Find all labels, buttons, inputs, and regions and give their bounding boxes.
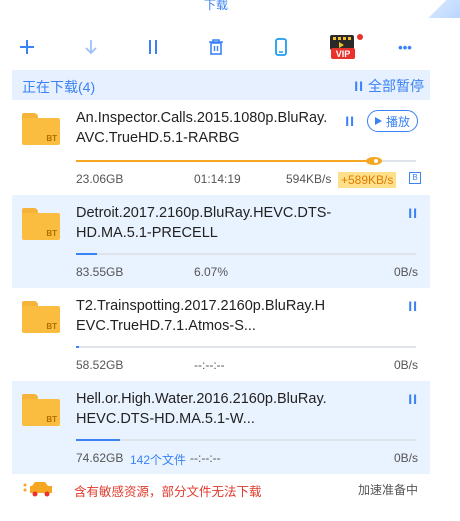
file-name: An.Inspector.Calls.2015.1080p.BluRay.AVC… [76, 110, 328, 146]
progress-fill [76, 160, 376, 162]
time-remaining: --:--:-- [190, 451, 221, 465]
trash-icon[interactable] [203, 30, 229, 64]
download-item[interactable]: BT T2.Trainspotting.2017.2160p.BluRay.HE… [12, 288, 430, 381]
download-speed: 594KB/s [286, 172, 332, 186]
status-footer: 含有敏感资源，部分文件无法下载 加速准备中 [12, 476, 430, 502]
rocket-icon [362, 157, 382, 165]
pause-icon[interactable] [140, 30, 166, 64]
download-speed: 0B/s [393, 451, 418, 465]
time-remaining: --:--:-- [194, 358, 225, 372]
more-icon[interactable]: ••• [390, 30, 420, 64]
download-item[interactable]: BT Hell.or.High.Water.2016.2160p.BluRay.… [12, 381, 430, 474]
folder-icon: BT [22, 394, 60, 426]
boost-speed: +589KB/s [338, 172, 397, 188]
file-name: Detroit.2017.2160p.BluRay.HEVC.DTS-HD.MA… [76, 205, 332, 241]
phone-icon[interactable] [268, 30, 294, 64]
pause-button[interactable]: II [408, 391, 418, 407]
file-size: 23.06GB [76, 172, 124, 186]
file-name: Hell.or.High.Water.2016.2160p.BluRay.HEV… [76, 391, 327, 427]
download-speed: 0B/s [393, 358, 418, 372]
download-item[interactable]: BT An.Inspector.Calls.2015.1080p.BluRay.… [12, 100, 430, 193]
downloading-count-label: 正在下载(4) [22, 79, 96, 95]
percent-complete: 6.07% [194, 265, 229, 279]
pause-button[interactable]: II [345, 113, 355, 129]
folder-icon: BT [22, 113, 60, 145]
play-icon [374, 117, 382, 125]
toolbar: VIP ••• [0, 30, 460, 64]
download-speed: 0B/s [393, 265, 418, 279]
vip-icon[interactable]: VIP [326, 30, 366, 64]
file-size: 83.55GB [76, 265, 124, 279]
pause-all-icon: II [354, 78, 364, 94]
pause-button[interactable]: II [408, 298, 418, 314]
boost-badge-icon: B [409, 172, 421, 184]
window-title: 下载 [204, 0, 229, 12]
play-label: 播放 [385, 114, 410, 129]
file-count: 142个文件 [130, 453, 187, 467]
play-button[interactable]: 播放 [366, 110, 418, 132]
pause-button[interactable]: II [408, 205, 418, 221]
accel-status: 加速准备中 [357, 483, 418, 497]
progress-fill [76, 253, 97, 255]
pause-all-button[interactable]: II 全部暂停 [354, 76, 424, 96]
title-bar: 下载 [0, 0, 460, 30]
file-size: 58.52GB [76, 358, 124, 372]
progress-bar [76, 439, 416, 441]
download-arrow-icon[interactable] [78, 30, 104, 64]
progress-fill [76, 346, 80, 348]
file-name: T2.Trainspotting.2017.2160p.BluRay.HEVC.… [76, 298, 326, 334]
car-icon [23, 482, 52, 497]
progress-fill [76, 439, 121, 441]
vip-label: VIP [336, 49, 351, 59]
progress-bar [76, 157, 416, 165]
progress-bar [76, 346, 416, 348]
download-item[interactable]: BT Detroit.2017.2160p.BluRay.HEVC.DTS-HD… [12, 195, 430, 288]
folder-icon: BT [22, 208, 60, 240]
file-size: 74.62GB [76, 451, 124, 465]
plus-icon[interactable] [14, 30, 40, 64]
corner-decoration [420, 0, 460, 18]
sensitive-warning: 含有敏感资源，部分文件无法下载 [74, 485, 262, 499]
folder-icon: BT [22, 301, 60, 333]
pause-all-label: 全部暂停 [368, 78, 424, 94]
time-remaining: 01:14:19 [194, 172, 241, 186]
progress-bar [76, 253, 416, 255]
downloading-section-header: 正在下载(4) II 全部暂停 [12, 70, 430, 100]
